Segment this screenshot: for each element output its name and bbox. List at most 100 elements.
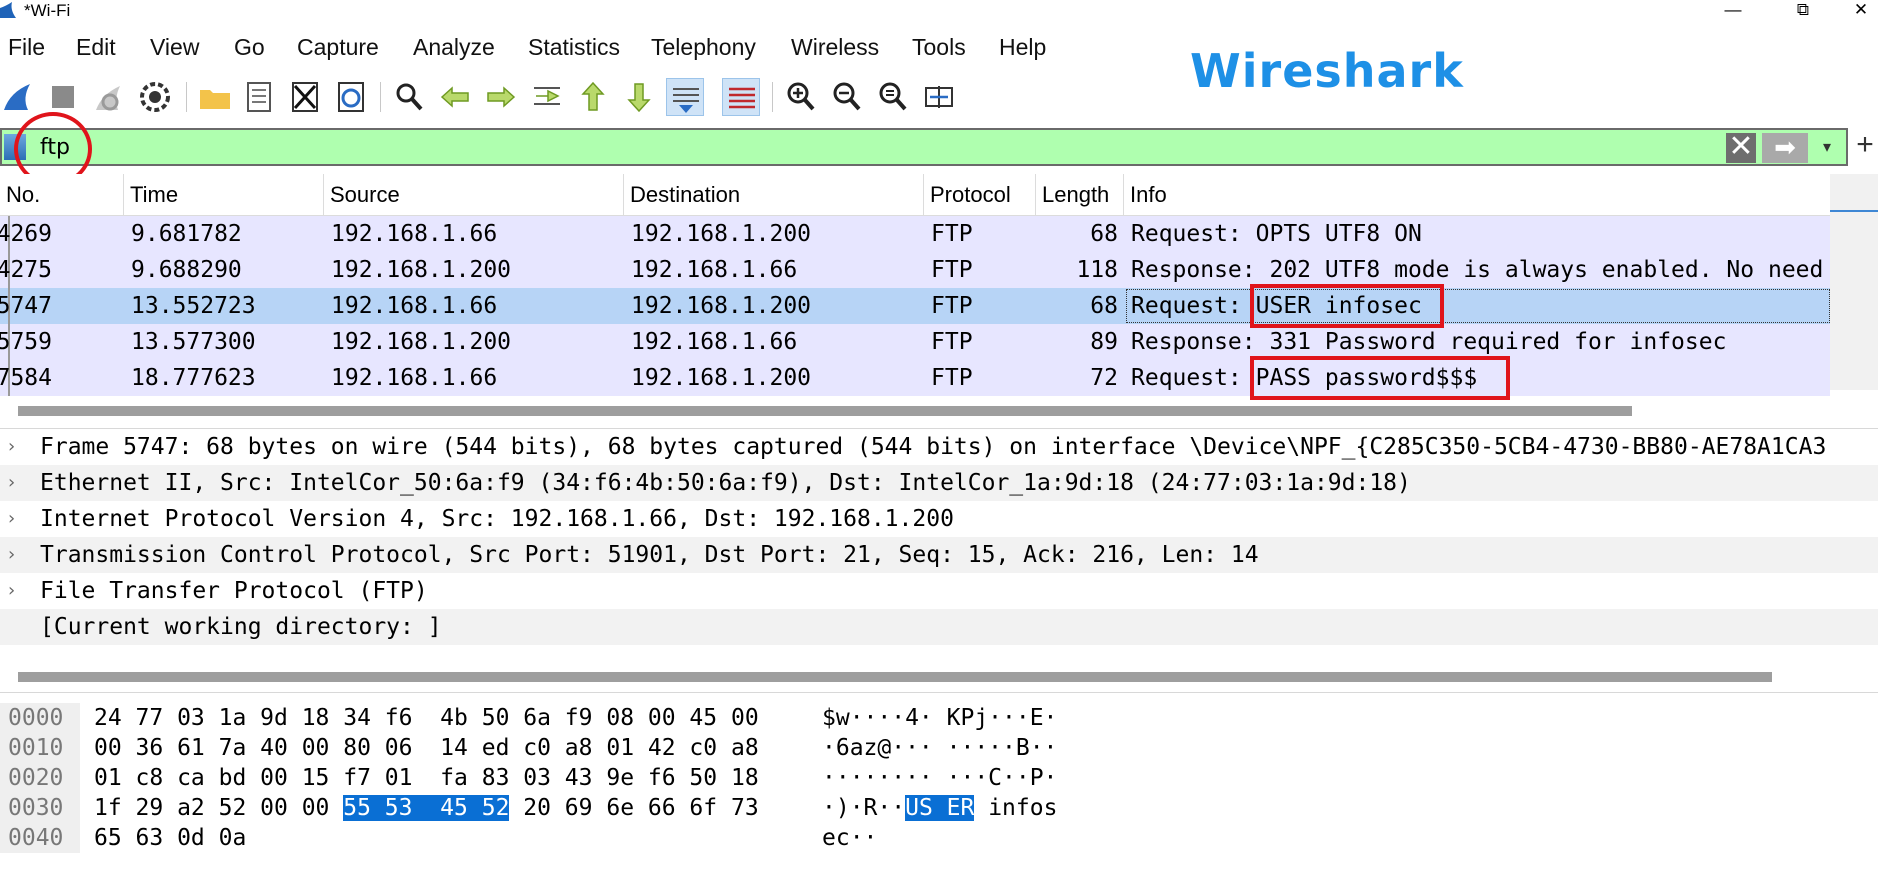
- cell-destination: 192.168.1.66: [631, 329, 798, 355]
- autoscroll-icon[interactable]: [666, 78, 704, 116]
- cell-protocol: FTP: [931, 365, 973, 391]
- menu-tools[interactable]: Tools: [912, 34, 966, 61]
- column-header-protocol[interactable]: Protocol: [924, 174, 1036, 216]
- file-set-icon[interactable]: [240, 78, 278, 116]
- packet-row[interactable]: 4275 9.688290 192.168.1.200 192.168.1.66…: [0, 252, 1830, 288]
- detail-frame[interactable]: › Frame 5747: 68 bytes on wire (544 bits…: [0, 429, 1878, 465]
- hex-row[interactable]: 0040 65 63 0d 0a ec··: [0, 823, 1878, 853]
- cell-info: Request: OPTS UTF8 ON: [1131, 221, 1422, 247]
- detail-ethernet[interactable]: › Ethernet II, Src: IntelCor_50:6a:f9 (3…: [0, 465, 1878, 501]
- packet-list-horizontal-scrollbar[interactable]: [18, 406, 1632, 416]
- expand-arrow-icon[interactable]: ›: [8, 501, 15, 537]
- detail-tcp[interactable]: › Transmission Control Protocol, Src Por…: [0, 537, 1878, 573]
- go-back-icon[interactable]: [436, 78, 474, 116]
- expand-arrow-icon[interactable]: ›: [8, 429, 15, 465]
- detail-text: File Transfer Protocol (FTP): [40, 578, 428, 604]
- restart-capture-icon[interactable]: [90, 78, 128, 116]
- menu-view[interactable]: View: [150, 34, 199, 61]
- menu-statistics[interactable]: Statistics: [528, 34, 620, 61]
- expand-arrow-icon[interactable]: ›: [8, 465, 15, 501]
- expand-arrow-icon[interactable]: ›: [8, 573, 15, 609]
- ascii-text: ec··: [822, 825, 878, 851]
- cell-protocol: FTP: [931, 257, 973, 283]
- cell-source: 192.168.1.66: [331, 221, 498, 247]
- go-forward-icon[interactable]: [482, 78, 520, 116]
- cell-time: 13.577300: [131, 329, 256, 355]
- hex-row[interactable]: 0010 00 36 61 7a 40 00 80 06 14 ed c0 a8…: [0, 733, 1878, 763]
- stop-capture-icon[interactable]: [44, 78, 82, 116]
- menu-telephony[interactable]: Telephony: [651, 34, 756, 61]
- find-packet-icon[interactable]: [390, 78, 428, 116]
- cell-destination: 192.168.1.200: [631, 221, 812, 247]
- cell-no: 5747: [0, 293, 52, 319]
- cell-length: 72: [1090, 365, 1118, 391]
- open-folder-icon[interactable]: [196, 78, 234, 116]
- detail-ftp[interactable]: › File Transfer Protocol (FTP): [0, 573, 1878, 609]
- cell-length: 68: [1090, 221, 1118, 247]
- column-header-source[interactable]: Source: [324, 174, 624, 216]
- last-packet-icon[interactable]: [620, 78, 658, 116]
- column-header-info[interactable]: Info: [1124, 174, 1830, 216]
- menu-edit[interactable]: Edit: [76, 34, 116, 61]
- menu-go[interactable]: Go: [234, 34, 265, 61]
- display-filter-bar: ✕ ➡ ▾: [0, 128, 1848, 166]
- close-file-icon[interactable]: [286, 78, 324, 116]
- menu-capture[interactable]: Capture: [297, 34, 379, 61]
- cell-source: 192.168.1.66: [331, 293, 498, 319]
- hex-row[interactable]: 0030 1f 29 a2 52 00 00 55 53 45 52 20 69…: [0, 793, 1878, 823]
- packet-row[interactable]: 4269 9.681782 192.168.1.66 192.168.1.200…: [0, 216, 1830, 252]
- title-bar: *Wi-Fi — ⧉ ✕: [0, 0, 1878, 24]
- cell-source: 192.168.1.200: [331, 257, 512, 283]
- hex-bytes-highlight: 55 53 45 52: [343, 795, 510, 821]
- cell-length: 68: [1090, 293, 1118, 319]
- cell-protocol: FTP: [931, 293, 973, 319]
- reload-icon[interactable]: [332, 78, 370, 116]
- detail-ipv4[interactable]: › Internet Protocol Version 4, Src: 192.…: [0, 501, 1878, 537]
- capture-options-gear-icon[interactable]: [136, 78, 174, 116]
- hex-offset: 0000: [8, 705, 64, 731]
- add-filter-button[interactable]: +: [1852, 128, 1878, 164]
- detail-cwd[interactable]: [Current working directory: ]: [0, 609, 1878, 645]
- clear-filter-button[interactable]: ✕: [1726, 132, 1756, 163]
- resize-columns-icon[interactable]: [920, 78, 958, 116]
- hex-ascii: ·6az@··· ·····B··: [822, 733, 1057, 763]
- minimize-button[interactable]: —: [1718, 0, 1748, 22]
- cell-protocol: FTP: [931, 329, 973, 355]
- expand-arrow-icon[interactable]: ›: [8, 537, 15, 573]
- close-window-button[interactable]: ✕: [1846, 0, 1876, 22]
- filter-history-dropdown[interactable]: ▾: [1816, 136, 1838, 160]
- zoom-out-icon[interactable]: [828, 78, 866, 116]
- cell-no: 4275: [0, 257, 52, 283]
- packet-row-selected[interactable]: 5747 13.552723 192.168.1.66 192.168.1.20…: [0, 288, 1830, 324]
- menu-wireless[interactable]: Wireless: [791, 34, 879, 61]
- ascii-text: ·)·R··: [822, 795, 906, 821]
- ascii-text: $w····4· KPj···E·: [822, 705, 1058, 731]
- packet-row[interactable]: 5759 13.577300 192.168.1.200 192.168.1.6…: [0, 324, 1830, 360]
- menu-help[interactable]: Help: [999, 34, 1046, 61]
- hex-row[interactable]: 0000 24 77 03 1a 9d 18 34 f6 4b 50 6a f9…: [0, 703, 1878, 733]
- menu-analyze[interactable]: Analyze: [413, 34, 495, 61]
- hex-row[interactable]: 0020 01 c8 ca bd 00 15 f7 01 fa 83 03 43…: [0, 763, 1878, 793]
- details-horizontal-scrollbar[interactable]: [18, 672, 1772, 682]
- column-header-length[interactable]: Length: [1036, 174, 1124, 216]
- shark-fin-start-icon[interactable]: [0, 78, 38, 116]
- go-to-packet-icon[interactable]: [528, 78, 566, 116]
- column-header-no[interactable]: No.: [0, 174, 124, 216]
- column-header-time[interactable]: Time: [124, 174, 324, 216]
- packet-list-minimap[interactable]: [1830, 174, 1878, 390]
- packet-row[interactable]: 7584 18.777623 192.168.1.66 192.168.1.20…: [0, 360, 1830, 396]
- first-packet-icon[interactable]: [574, 78, 612, 116]
- apply-filter-button[interactable]: ➡: [1762, 133, 1808, 163]
- cell-length: 89: [1090, 329, 1118, 355]
- zoom-in-icon[interactable]: [782, 78, 820, 116]
- normal-size-icon[interactable]: [874, 78, 912, 116]
- display-filter-input[interactable]: [32, 132, 1712, 162]
- restore-button[interactable]: ⧉: [1788, 0, 1818, 22]
- colorize-icon[interactable]: [722, 78, 760, 116]
- cell-time: 9.681782: [131, 221, 242, 247]
- menu-file[interactable]: File: [8, 34, 45, 61]
- cell-info: Response: 202 UTF8 mode is always enable…: [1131, 257, 1824, 283]
- hex-bytes-text: 20 69 6e 66 6f 73: [509, 795, 759, 821]
- hex-offset: 0020: [8, 765, 64, 791]
- column-header-destination[interactable]: Destination: [624, 174, 924, 216]
